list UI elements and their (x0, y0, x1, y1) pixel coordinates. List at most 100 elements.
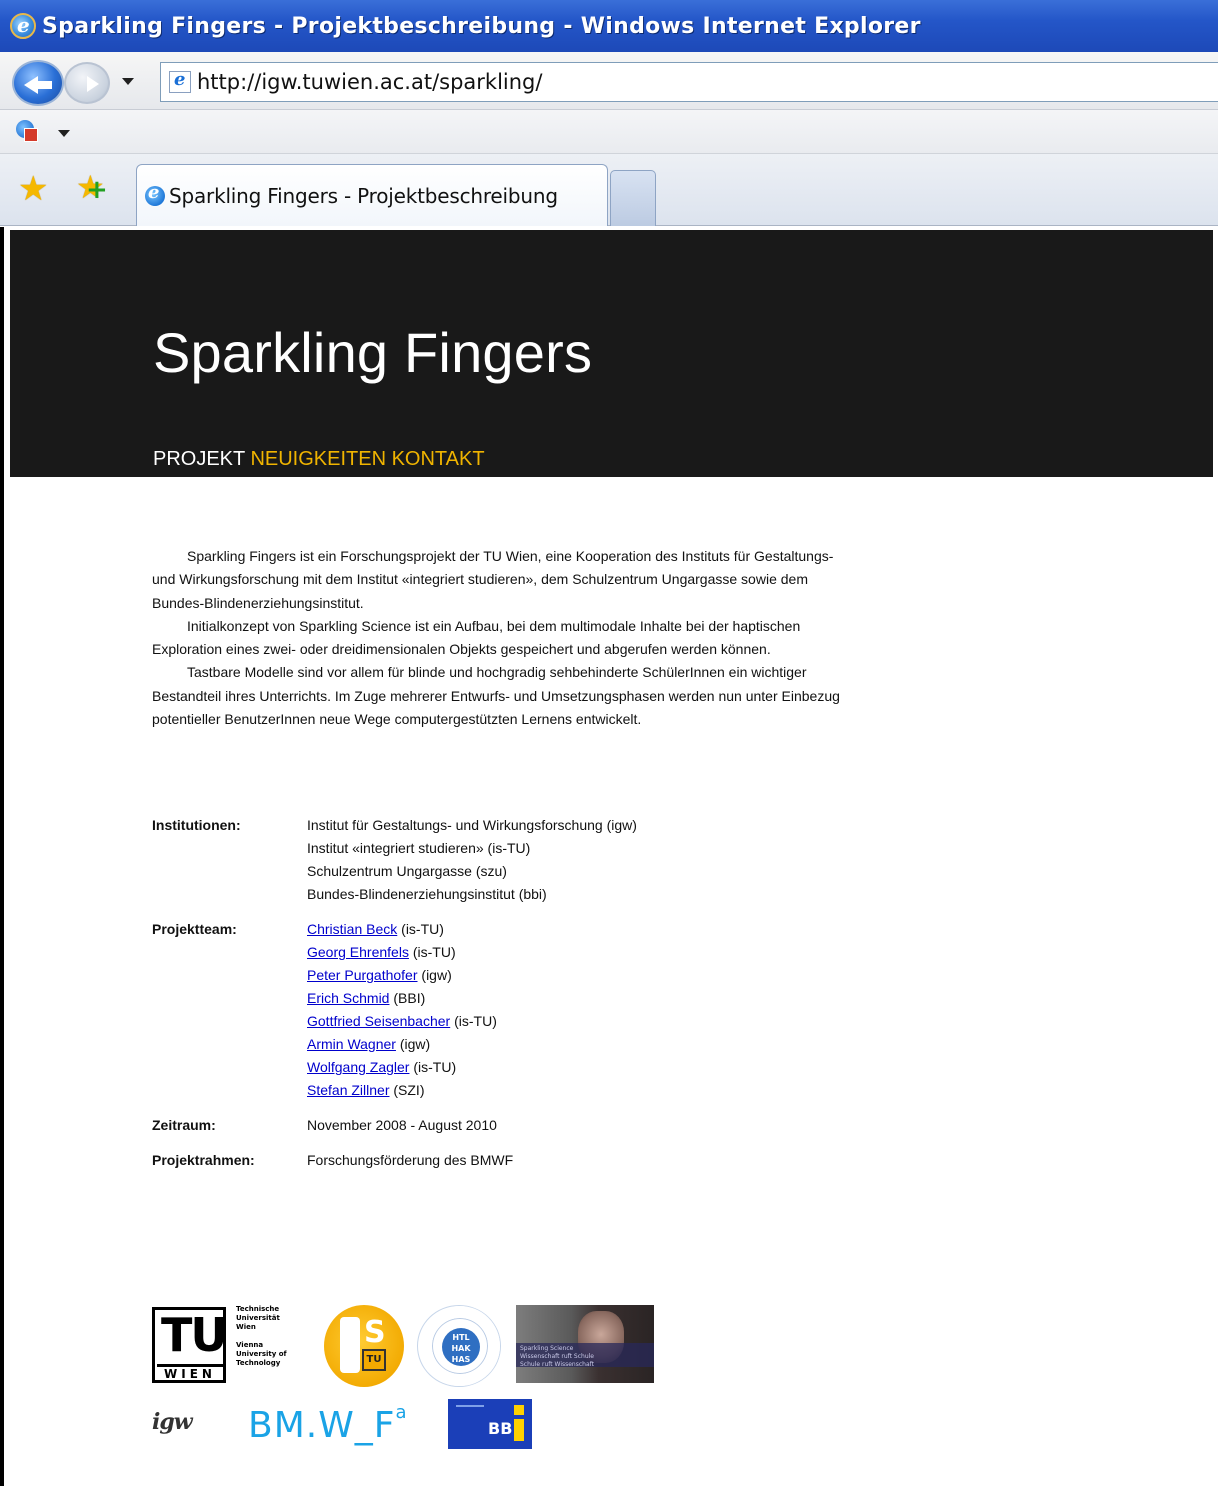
team-member-link[interactable]: Wolfgang Zagler (307, 1059, 409, 1075)
intro-paragraph: Initialkonzept von Sparkling Science ist… (152, 617, 801, 658)
forward-button[interactable] (64, 62, 110, 104)
info-row-zeitraum: Zeitraum: November 2008 - August 2010 (152, 1114, 852, 1137)
site-title: Sparkling Fingers (153, 321, 593, 384)
info-row-projektrahmen: Projektrahmen: Forschungsförderung des B… (152, 1149, 852, 1172)
nav-kontakt-link[interactable]: KONTAKT (392, 448, 485, 470)
szu-logo-line: HAS (451, 1355, 471, 1364)
back-button[interactable] (12, 60, 64, 106)
team-member: Stefan Zillner (SZI) (307, 1079, 852, 1102)
recent-pages-dropdown-icon[interactable] (122, 78, 134, 85)
team-member-link[interactable]: Gottfried Seisenbacher (307, 1013, 450, 1029)
is-logo-i-mark (340, 1317, 360, 1373)
block-icon (24, 128, 38, 142)
bbi-logo-text: BB (488, 1419, 513, 1438)
team-member-link[interactable]: Erich Schmid (307, 990, 389, 1006)
info-label: Zeitraum: (152, 1117, 216, 1133)
site-nav: PROJEKT NEUIGKEITEN KONTAKT (153, 448, 485, 471)
team-member-link[interactable]: Stefan Zillner (307, 1082, 389, 1098)
institution-item: Schulzentrum Ungargasse (szu) (307, 863, 507, 879)
tu-logo-line (236, 1332, 287, 1341)
tu-logo-line: Technische (236, 1305, 280, 1313)
info-row-institutionen: Institutionen: Institut für Gestaltungs-… (152, 814, 852, 906)
page-viewport: Sparkling Fingers PROJEKT NEUIGKEITEN KO… (0, 227, 1218, 1486)
team-member: Gottfried Seisenbacher (is-TU) (307, 1010, 852, 1033)
info-label: Projektrahmen: (152, 1152, 255, 1168)
partner-logos: TU WIEN Technische Universität Wien Vien… (152, 1305, 672, 1449)
projektrahmen-value: Forschungsförderung des BMWF (307, 1152, 514, 1168)
tu-logo-line: Wien (236, 1323, 256, 1331)
tu-logo-line: Universität (236, 1314, 280, 1322)
nav-neuigkeiten-link[interactable]: NEUIGKEITEN (250, 448, 386, 470)
team-member-link[interactable]: Christian Beck (307, 921, 397, 937)
is-logo-s-mark: S (364, 1315, 386, 1350)
plus-icon: + (86, 175, 108, 205)
team-member-affiliation: (BBI) (389, 990, 426, 1006)
integriert-studieren-logo: S TU (324, 1305, 404, 1387)
zeitraum-value: November 2008 - August 2010 (307, 1117, 497, 1133)
tu-logo-letters: TU (161, 1308, 228, 1362)
team-member-affiliation: (igw) (417, 967, 452, 983)
team-member-link[interactable]: Armin Wagner (307, 1036, 396, 1052)
team-member: Erich Schmid (BBI) (307, 987, 852, 1010)
feeds-icon[interactable] (16, 120, 42, 144)
institution-item: Bundes-Blindenerziehungsinstitut (bbi) (307, 886, 547, 902)
bmwf-logo: BM.W_Fa (248, 1399, 438, 1446)
institution-item: Institut «integriert studieren» (is-TU) (307, 840, 531, 856)
schulzentrum-ungargasse-logo: HTL HAK HAS (417, 1305, 501, 1387)
sparkling-science-line: Schule ruft Wissenschaft (520, 1361, 594, 1368)
institution-item: Institut für Gestaltungs- und Wirkungsfo… (307, 817, 637, 833)
szu-logo-core: HTL HAK HAS (442, 1328, 480, 1366)
tu-wien-logo: TU WIEN Technische Universität Wien Vien… (152, 1305, 310, 1387)
bmwf-logo-text: BM.W_F (248, 1405, 396, 1446)
add-favorites-icon[interactable]: ★ + (76, 170, 112, 206)
tab-sparkling-fingers[interactable]: Sparkling Fingers - Projektbeschreibung (136, 164, 608, 226)
tab-label: Sparkling Fingers - Projektbeschreibung (169, 183, 558, 208)
info-label: Projektteam: (152, 921, 237, 937)
team-member-link[interactable]: Peter Purgathofer (307, 967, 418, 983)
navigation-bar: http://igw.tuwien.ac.at/sparkling/ (0, 52, 1218, 110)
team-member-affiliation: (is-TU) (397, 921, 444, 937)
szu-logo-line: HTL (452, 1333, 470, 1342)
tu-logo-wien: WIEN (157, 1364, 223, 1381)
intro-paragraph: Sparkling Fingers ist ein Forschungsproj… (152, 548, 834, 611)
sparkling-science-line: Wissenschaft ruft Schule (520, 1353, 594, 1360)
team-member-link[interactable]: Georg Ehrenfels (307, 944, 409, 960)
team-member-affiliation: (is-TU) (409, 1059, 457, 1075)
intro-paragraph: Tastbare Modelle sind vor allem für blin… (152, 664, 840, 728)
new-tab-button[interactable] (610, 170, 656, 226)
command-bar (0, 110, 1218, 154)
bbi-logo-bar (514, 1419, 524, 1441)
feeds-dropdown-icon[interactable] (58, 130, 70, 137)
institutionen-list: Institut für Gestaltungs- und Wirkungsfo… (307, 814, 852, 906)
team-member: Georg Ehrenfels (is-TU) (307, 941, 852, 964)
team-member-affiliation: (is-TU) (450, 1013, 497, 1029)
tab-bar: ★ ★ + Sparkling Fingers - Projektbeschre… (0, 154, 1218, 226)
tu-logo-line: Vienna (236, 1341, 264, 1349)
bbi-logo: BB (448, 1399, 532, 1449)
site-header: Sparkling Fingers PROJEKT NEUIGKEITEN KO… (10, 230, 1213, 477)
tu-logo-text: Technische Universität Wien Vienna Unive… (236, 1305, 287, 1368)
team-member: Armin Wagner (igw) (307, 1033, 852, 1056)
sparkling-science-logo: Sparkling Science Wissenschaft ruft Schu… (516, 1305, 654, 1383)
ie-tab-icon (145, 182, 165, 206)
tu-logo-line: University of (236, 1350, 287, 1358)
sparkling-science-line: Sparkling Science (520, 1345, 574, 1352)
is-logo-tu-mark: TU (362, 1349, 386, 1371)
address-bar[interactable]: http://igw.tuwien.ac.at/sparkling/ (160, 62, 1218, 102)
nav-projekt-link[interactable]: PROJEKT (153, 448, 245, 470)
team-member: Wolfgang Zagler (is-TU) (307, 1056, 852, 1079)
window-titlebar: Sparkling Fingers - Projektbeschreibung … (0, 0, 1218, 52)
team-member: Peter Purgathofer (igw) (307, 964, 852, 987)
team-member-affiliation: (igw) (395, 1036, 431, 1052)
team-member-affiliation: (SZI) (389, 1082, 425, 1098)
intro-text: Sparkling Fingers ist ein Forschungsproj… (152, 545, 852, 731)
bmwf-logo-sup: a (395, 1402, 408, 1423)
address-text[interactable]: http://igw.tuwien.ac.at/sparkling/ (197, 70, 542, 94)
page-icon (169, 69, 191, 93)
info-label: Institutionen: (152, 817, 241, 833)
ie-logo-icon (10, 13, 36, 39)
projektteam-list: Christian Beck (is-TU) Georg Ehrenfels (… (307, 918, 852, 1102)
tu-logo-box: TU WIEN (152, 1307, 228, 1383)
sparkling-science-band: Sparkling Science Wissenschaft ruft Schu… (516, 1343, 654, 1368)
favorites-star-icon[interactable]: ★ (18, 172, 52, 206)
